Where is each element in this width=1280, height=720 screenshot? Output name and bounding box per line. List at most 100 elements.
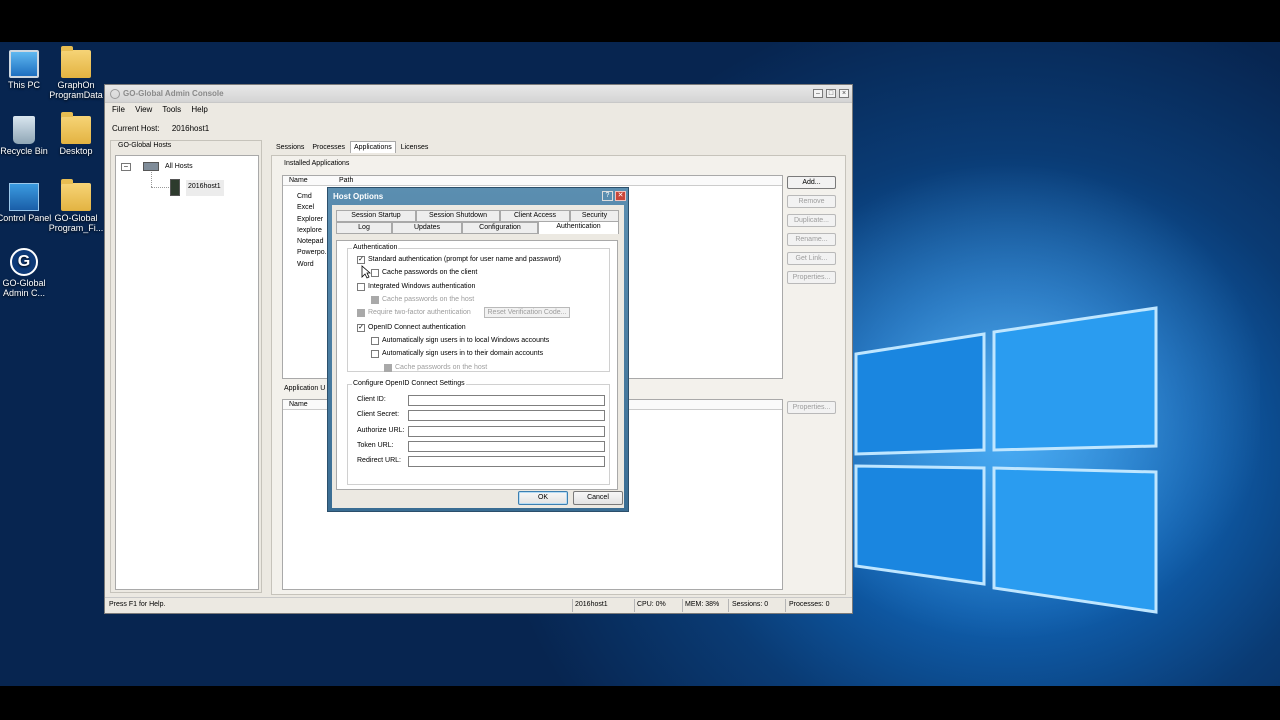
list-header: Name Path — [283, 176, 782, 186]
auto-domain-checkbox[interactable] — [371, 350, 379, 358]
desktop-icon-graphon-programdata[interactable]: GraphOn ProgramData — [44, 46, 108, 100]
rename-button[interactable]: Rename... — [787, 233, 836, 246]
host-tree[interactable]: – All Hosts 2016host1 — [115, 155, 259, 590]
status-help: Press F1 for Help. — [109, 601, 166, 608]
cache-host-openid-checkbox[interactable] — [384, 364, 392, 372]
menu-tools[interactable]: Tools — [162, 105, 181, 114]
column-name[interactable]: Name — [289, 177, 308, 184]
status-separator — [572, 599, 573, 612]
remove-button[interactable]: Remove — [787, 195, 836, 208]
dialog-title: Host Options — [333, 192, 384, 201]
tab-licenses[interactable]: Licenses — [398, 142, 432, 153]
tab-updates[interactable]: Updates — [392, 222, 462, 234]
dialog-body: Session Startup Session Shutdown Client … — [332, 205, 624, 508]
cancel-button[interactable]: Cancel — [573, 491, 623, 505]
desktop-icon-label: GraphOn ProgramData — [49, 80, 103, 100]
redirect-url-field[interactable] — [408, 456, 605, 467]
users-properties-button[interactable]: Properties... — [787, 401, 836, 414]
client-id-label: Client ID: — [357, 396, 386, 403]
add-button[interactable]: Add... — [787, 176, 836, 189]
menu-file[interactable]: File — [112, 105, 125, 114]
go-global-icon: G — [10, 248, 38, 276]
main-tabs: Sessions Processes Applications Licenses — [273, 141, 431, 153]
help-button[interactable]: ? — [602, 191, 613, 201]
desktop-icon-go-global-program-files[interactable]: GO-Global Program_Fi... — [44, 179, 108, 233]
auto-local-checkbox[interactable] — [371, 337, 379, 345]
application-list-items: Cmd Excel Explorer Iexplore Notepad Powe… — [297, 191, 330, 270]
authentication-group-label: Authentication — [352, 244, 399, 251]
list-item[interactable]: Notepad — [297, 236, 330, 247]
status-processes: Processes: 0 — [789, 601, 830, 608]
column-path[interactable]: Path — [339, 177, 353, 184]
installed-applications-label: Installed Applications — [284, 160, 350, 167]
dialog-close-button[interactable]: ✕ — [615, 191, 626, 201]
status-separator — [785, 599, 786, 612]
tab-log[interactable]: Log — [336, 222, 392, 234]
tab-session-startup[interactable]: Session Startup — [336, 210, 416, 222]
tab-configuration[interactable]: Configuration — [462, 222, 538, 234]
duplicate-button[interactable]: Duplicate... — [787, 214, 836, 227]
collapse-icon[interactable]: – — [121, 163, 131, 171]
status-sessions: Sessions: 0 — [732, 601, 769, 608]
token-url-field[interactable] — [408, 441, 605, 452]
cache-host-label: Cache passwords on the host — [382, 296, 475, 303]
integrated-auth-checkbox[interactable] — [357, 283, 365, 291]
close-button[interactable]: × — [839, 89, 849, 98]
window-title: GO-Global Admin Console — [123, 89, 224, 98]
app-icon — [110, 89, 120, 99]
hosts-panel-label: GO-Global Hosts — [118, 142, 172, 149]
openid-checkbox[interactable]: ✓ — [357, 324, 365, 332]
cache-host-checkbox[interactable] — [371, 296, 379, 304]
current-host-label: Current Host: — [112, 124, 160, 133]
status-separator — [728, 599, 729, 612]
menu-view[interactable]: View — [135, 105, 152, 114]
list-item[interactable]: Word — [297, 259, 330, 270]
tab-applications[interactable]: Applications — [350, 141, 396, 153]
two-factor-checkbox[interactable] — [357, 309, 365, 317]
auto-local-label: Automatically sign users in to local Win… — [382, 337, 550, 344]
cache-client-checkbox[interactable] — [371, 269, 379, 277]
tab-authentication[interactable]: Authentication — [538, 221, 619, 234]
desktop-icon-label: GO-Global Program_Fi... — [48, 213, 104, 233]
integrated-auth-label: Integrated Windows authentication — [368, 283, 476, 290]
minimize-button[interactable]: – — [813, 89, 823, 98]
two-factor-label: Require two-factor authentication — [368, 309, 471, 316]
list-item[interactable]: Explorer — [297, 214, 330, 225]
status-bar: Press F1 for Help. 2016host1 CPU: 0% MEM… — [105, 597, 852, 613]
tree-line — [151, 172, 152, 187]
title-bar[interactable]: GO-Global Admin Console – □ × — [105, 85, 852, 103]
reset-verification-button[interactable]: Reset Verification Code... — [484, 307, 570, 318]
application-users-label: Application U — [284, 385, 326, 392]
ok-button[interactable]: OK — [518, 491, 568, 505]
client-id-field[interactable] — [408, 395, 605, 406]
maximize-button[interactable]: □ — [826, 89, 836, 98]
status-separator — [634, 599, 635, 612]
status-host: 2016host1 — [575, 601, 608, 608]
desktop-icon-go-global-admin[interactable]: G GO-Global Admin C... — [0, 248, 56, 298]
tab-sessions[interactable]: Sessions — [273, 142, 307, 153]
list-item[interactable]: Cmd — [297, 191, 330, 202]
authorize-url-field[interactable] — [408, 426, 605, 437]
tab-session-shutdown[interactable]: Session Shutdown — [416, 210, 500, 222]
client-secret-field[interactable] — [408, 410, 605, 421]
list-item[interactable]: Iexplore — [297, 225, 330, 236]
server-icon — [170, 179, 180, 196]
tree-root-label[interactable]: All Hosts — [165, 163, 193, 170]
folder-icon — [61, 112, 91, 144]
status-separator — [682, 599, 683, 612]
column-name[interactable]: Name — [289, 401, 308, 408]
list-item[interactable]: Powerpo... — [297, 247, 330, 258]
list-item[interactable]: Excel — [297, 202, 330, 213]
mouse-cursor-icon — [361, 265, 371, 279]
desktop-icon-label: GO-Global Admin C... — [2, 278, 46, 298]
get-link-button[interactable]: Get Link... — [787, 252, 836, 265]
tab-processes[interactable]: Processes — [309, 142, 348, 153]
tree-node-host[interactable]: 2016host1 — [186, 180, 224, 196]
standard-auth-checkbox[interactable]: ✓ — [357, 256, 365, 264]
folder-icon — [61, 179, 91, 211]
menu-help[interactable]: Help — [191, 105, 207, 114]
properties-button[interactable]: Properties... — [787, 271, 836, 284]
desktop-icon-desktop[interactable]: Desktop — [44, 112, 108, 156]
hosts-panel: GO-Global Hosts – All Hosts 2016host1 — [110, 140, 262, 593]
cache-client-label: Cache passwords on the client — [382, 269, 478, 276]
